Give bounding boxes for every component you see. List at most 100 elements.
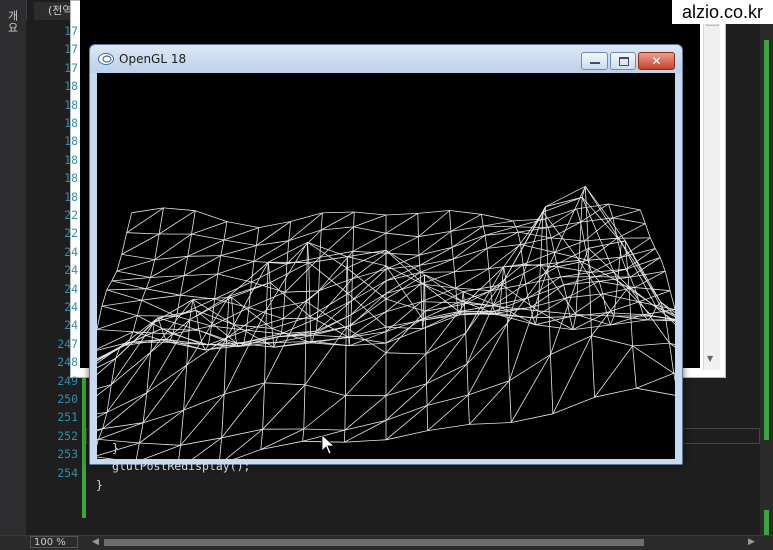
wireframe-edge	[351, 312, 387, 326]
wireframe-edge	[261, 441, 303, 449]
wireframe-edge	[595, 277, 599, 282]
code-line[interactable]: }	[112, 439, 119, 457]
wireframe-edge	[139, 410, 183, 443]
wireframe-edge	[485, 235, 487, 248]
code-line[interactable]: glutPostRedisplay();	[112, 457, 250, 475]
side-tab-label[interactable]: 개요	[4, 10, 20, 34]
wireframe-edge	[418, 213, 419, 236]
wireframe-edge	[483, 226, 485, 235]
wireframe-edge	[516, 227, 519, 232]
wireframe-edge	[196, 310, 199, 330]
wireframe-edge	[420, 259, 453, 272]
wireframe-edge	[263, 385, 305, 429]
wireframe-edge	[132, 208, 164, 213]
wireframe-edge	[613, 218, 645, 224]
wireframe-edge	[309, 263, 310, 317]
wireframe-edge	[609, 204, 613, 218]
maximize-icon	[619, 57, 629, 66]
wireframe-edge	[304, 396, 346, 429]
opengl-render-canvas[interactable]	[97, 73, 675, 459]
wireframe-edge	[625, 241, 629, 287]
wireframe-edge	[184, 394, 225, 410]
wireframe-edge	[344, 440, 386, 442]
line-number: 18	[32, 96, 78, 114]
wireframe-edge	[251, 264, 287, 282]
horizontal-scroll-thumb[interactable]	[104, 539, 644, 546]
wireframe-edge	[127, 208, 164, 233]
line-number: 18	[32, 169, 78, 187]
wireframe-edge	[289, 222, 291, 241]
scroll-right-arrow-icon[interactable]: ▶	[748, 536, 755, 548]
wireframe-edge	[139, 443, 180, 445]
scroll-down-arrow-icon[interactable]: ▼	[707, 354, 713, 363]
wireframe-edge	[184, 256, 188, 275]
wireframe-edge	[151, 320, 190, 353]
wireframe-edge	[509, 269, 548, 381]
wireframe-edge	[386, 319, 422, 332]
wireframe-edge	[545, 209, 577, 219]
wireframe-edge	[103, 412, 107, 428]
wireframe-edge	[97, 412, 107, 435]
wireframe-edge	[570, 317, 573, 330]
wireframe-edge	[607, 313, 611, 325]
wireframe-edge	[309, 257, 348, 263]
wireframe-edge	[625, 241, 661, 302]
wireframe-edge	[504, 267, 506, 278]
line-number: 249	[32, 372, 78, 390]
wireframe-edge	[645, 224, 650, 238]
wireframe-edge	[303, 429, 304, 441]
wireframe-edge	[348, 294, 349, 338]
wireframe-edge	[143, 410, 184, 422]
wireframe-edge	[150, 260, 154, 278]
line-number: 18	[32, 151, 78, 169]
wireframe-edge	[314, 335, 350, 337]
wireframe-edge	[345, 396, 346, 431]
window-titlebar[interactable]: OpenGL 18 ✕	[90, 45, 682, 73]
wireframe-edge	[528, 298, 530, 308]
wireframe-edge	[188, 256, 221, 257]
wireframe-edge	[592, 272, 596, 276]
wireframe-edge	[147, 365, 187, 393]
wireframe-edge	[607, 313, 644, 315]
wireframe-edge	[603, 294, 639, 302]
wireframe-edge	[180, 274, 217, 295]
side-panel-strip[interactable]: 개요	[0, 0, 27, 549]
zoom-level-dropdown[interactable]: 100 %	[30, 536, 78, 548]
wireframe-edge	[418, 237, 419, 256]
maximize-button[interactable]	[610, 52, 636, 70]
close-button[interactable]: ✕	[638, 52, 675, 70]
minimize-button[interactable]	[581, 52, 608, 70]
wireframe-edge	[346, 353, 387, 396]
wireframe-edge	[386, 320, 423, 327]
wireframe-edge	[585, 186, 625, 241]
wireframe-edge	[561, 272, 592, 277]
wireframe-edge	[640, 210, 645, 224]
wireframe-edge	[159, 211, 195, 234]
wireframe-edge	[451, 231, 452, 247]
wireframe-edge	[386, 213, 418, 215]
wireframe-edge	[493, 306, 495, 312]
wireframe-edge	[261, 429, 304, 450]
code-line[interactable]: }	[96, 476, 103, 494]
wireframe-edge	[227, 262, 269, 338]
wireframe-edge	[309, 263, 348, 294]
wireframe-edge	[518, 232, 521, 244]
wireframe-edge	[155, 234, 159, 260]
wireframe-edge	[285, 264, 287, 292]
terrain-wireframe	[97, 73, 675, 459]
wireframe-edge	[111, 358, 115, 384]
editor-vertical-scrollbar[interactable]	[760, 20, 773, 535]
wireframe-edge	[192, 211, 196, 234]
opengl-window[interactable]: OpenGL 18 ✕	[89, 44, 683, 465]
scroll-left-arrow-icon[interactable]: ◀	[92, 536, 99, 548]
wireframe-edge	[354, 212, 386, 215]
wireframe-edge	[599, 277, 630, 281]
wireframe-edge	[422, 288, 456, 302]
wireframe-edge	[469, 423, 511, 425]
wireframe-edge	[97, 346, 124, 365]
wireframe-edge	[305, 385, 346, 396]
wireframe-edge	[322, 212, 354, 213]
window-title: OpenGL 18	[119, 51, 186, 67]
background-window-scrollbar[interactable]: ▼	[703, 0, 720, 370]
wireframe-edge	[146, 289, 180, 295]
